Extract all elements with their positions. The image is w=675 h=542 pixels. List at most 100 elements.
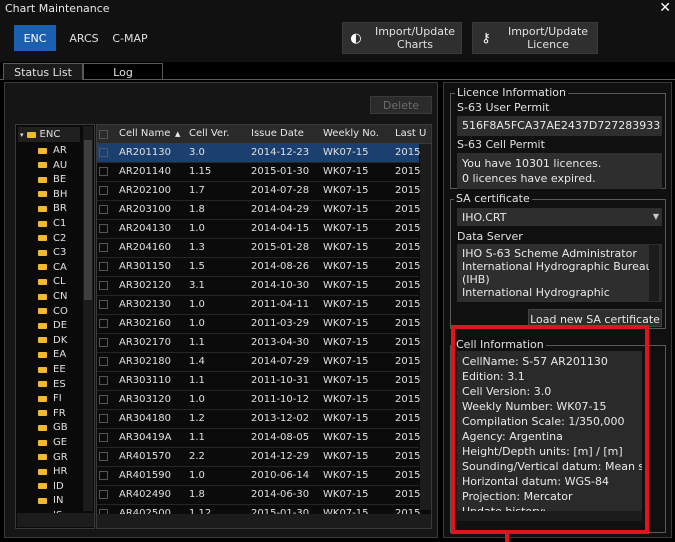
table-row[interactable]: AR204130 1.0 2014-04-15 WK07-15 2015	[97, 220, 420, 239]
row-checkbox[interactable]	[99, 205, 108, 214]
tree-item[interactable]: ES	[38, 379, 66, 390]
row-checkbox[interactable]	[99, 338, 108, 347]
tree-item[interactable]: DK	[38, 335, 67, 346]
row-checkbox[interactable]	[99, 490, 108, 499]
row-checkbox[interactable]	[99, 414, 108, 423]
tree-item[interactable]: GR	[38, 452, 68, 463]
table-row[interactable]: AR201140 1.15 2015-01-30 WK07-15 2015	[97, 163, 420, 182]
tab-log[interactable]: Log	[83, 63, 163, 80]
tree-item[interactable]: C3	[38, 247, 66, 258]
row-checkbox[interactable]	[99, 281, 108, 290]
table-row[interactable]: AR303120 1.0 2011-10-12 WK07-15 2015	[97, 391, 420, 410]
tab-arcs[interactable]: ARCS	[62, 25, 106, 51]
row-checkbox[interactable]	[99, 357, 108, 366]
close-icon[interactable]: ✕	[659, 0, 671, 16]
tree-item[interactable]: C2	[38, 233, 66, 244]
col-issue-date[interactable]: Issue Date	[251, 128, 304, 139]
tab-status-list[interactable]: Status List	[3, 63, 83, 80]
table-scrollbar[interactable]	[420, 144, 431, 510]
row-checkbox[interactable]	[99, 395, 108, 404]
table-row[interactable]: AR401590 1.0 2010-06-14 WK07-15 2015	[97, 467, 420, 486]
row-checkbox[interactable]	[99, 224, 108, 233]
table-row[interactable]: AR302120 3.1 2014-10-30 WK07-15 2015	[97, 277, 420, 296]
weekly-no-cell: WK07-15	[323, 318, 369, 329]
tree-item[interactable]: C1	[38, 218, 66, 229]
row-checkbox[interactable]	[99, 528, 108, 529]
tree-item[interactable]: CL	[38, 276, 66, 287]
tree-item[interactable]: IN	[38, 495, 63, 506]
tree-item[interactable]: GE	[38, 437, 67, 448]
table-row[interactable]: AR201130 3.0 2014-12-23 WK07-15 2015	[97, 144, 420, 163]
table-row[interactable]: AR302160 1.0 2011-03-29 WK07-15 2015	[97, 315, 420, 334]
table-row[interactable]: AR302170 1.1 2013-04-30 WK07-15 2015	[97, 334, 420, 353]
tree-item[interactable]: AU	[38, 160, 67, 171]
tree-item[interactable]: BH	[38, 189, 67, 200]
row-checkbox[interactable]	[99, 167, 108, 176]
issue-date-cell: 2011-04-11	[251, 299, 310, 310]
row-checkbox[interactable]	[99, 186, 108, 195]
tree-item-label: EE	[53, 364, 66, 375]
collapse-icon[interactable]: ▾	[20, 131, 24, 139]
tree-item[interactable]: HR	[38, 466, 67, 477]
table-row[interactable]: AR202100 1.7 2014-07-28 WK07-15 2015	[97, 182, 420, 201]
tree-item[interactable]: BE	[38, 174, 66, 185]
issue-date-cell: 2014-04-29	[251, 204, 310, 215]
table-row[interactable]: AR302130 1.0 2011-04-11 WK07-15 2015	[97, 296, 420, 315]
cell-version-cell: 1.0	[189, 394, 205, 405]
table-horizontal-scrollbar[interactable]	[97, 514, 431, 528]
delete-button[interactable]: Delete	[370, 96, 432, 114]
tree-root[interactable]: ▾ ENC	[18, 127, 80, 142]
tree-item[interactable]: BR	[38, 203, 67, 214]
tree-item[interactable]: CO	[38, 306, 68, 317]
row-checkbox[interactable]	[99, 376, 108, 385]
select-all-checkbox[interactable]	[99, 130, 108, 139]
folder-icon	[38, 308, 47, 315]
tree-scrollbar[interactable]	[83, 126, 93, 511]
col-cell-ver[interactable]: Cell Ver.	[189, 128, 229, 139]
row-checkbox[interactable]	[99, 262, 108, 271]
table-row[interactable]: AR203100 1.8 2014-04-29 WK07-15 2015	[97, 201, 420, 220]
weekly-no-cell: WK07-15	[323, 375, 369, 386]
tree-item[interactable]: ID	[38, 481, 64, 492]
sa-certificate-select[interactable]: IHO.CRT ▼	[457, 208, 662, 226]
table-row[interactable]: AR302180 1.4 2014-07-29 WK07-15 2015	[97, 353, 420, 372]
data-server-scrollbar[interactable]	[649, 245, 659, 301]
table-row[interactable]: AR303110 1.1 2011-10-31 WK07-15 2015	[97, 372, 420, 391]
tree-horizontal-scrollbar[interactable]	[17, 513, 94, 527]
table-row[interactable]: AR401570 2.2 2014-12-29 WK07-15 2015	[97, 448, 420, 467]
tab-enc[interactable]: ENC	[14, 25, 56, 51]
row-checkbox[interactable]	[99, 300, 108, 309]
tree-item[interactable]: GB	[38, 422, 68, 433]
table-row[interactable]: AR30419A 1.1 2014-08-05 WK07-15 2015	[97, 429, 420, 448]
table-row[interactable]: AR204160 1.3 2015-01-28 WK07-15 2015	[97, 239, 420, 258]
table-row[interactable]: AR301150 1.5 2014-08-26 WK07-15 2015	[97, 258, 420, 277]
tab-cmap[interactable]: C-MAP	[108, 25, 152, 51]
row-checkbox[interactable]	[99, 243, 108, 252]
tree-item[interactable]: EA	[38, 349, 66, 360]
tree-item[interactable]: CA	[38, 262, 67, 273]
tree-scroll-thumb[interactable]	[84, 140, 92, 300]
row-checkbox[interactable]	[99, 452, 108, 461]
col-weekly-no[interactable]: Weekly No.	[323, 128, 379, 139]
row-checkbox[interactable]	[99, 433, 108, 442]
tree-item[interactable]: EE	[38, 364, 66, 375]
import-chart-icon: ◐	[350, 30, 362, 46]
tree-item-label: CL	[53, 276, 66, 288]
table-row[interactable]: AR402490 1.8 2014-06-30 WK07-15 2015	[97, 486, 420, 505]
row-checkbox[interactable]	[99, 148, 108, 157]
tree-item-label: CN	[53, 291, 68, 302]
load-sa-certificate-button[interactable]: Load new SA certificate	[528, 309, 662, 327]
tree-item[interactable]: DE	[38, 320, 67, 331]
row-checkbox[interactable]	[99, 319, 108, 328]
col-last-update[interactable]: Last U	[395, 128, 426, 139]
tree-item[interactable]: AR	[38, 145, 67, 156]
tree-item[interactable]: FI	[38, 393, 62, 404]
table-row[interactable]: AR304180 1.2 2013-12-02 WK07-15 2015	[97, 410, 420, 429]
col-cell-name[interactable]: Cell Name	[119, 128, 170, 139]
import-charts-button[interactable]: ◐ Import/Update Charts	[342, 22, 462, 54]
tree-item[interactable]: CN	[38, 291, 67, 302]
import-licence-button[interactable]: ⚷ Import/Update Licence	[472, 22, 598, 54]
cell-info-scrollbar[interactable]	[457, 511, 642, 521]
tree-item[interactable]: FR	[38, 408, 66, 419]
row-checkbox[interactable]	[99, 471, 108, 480]
